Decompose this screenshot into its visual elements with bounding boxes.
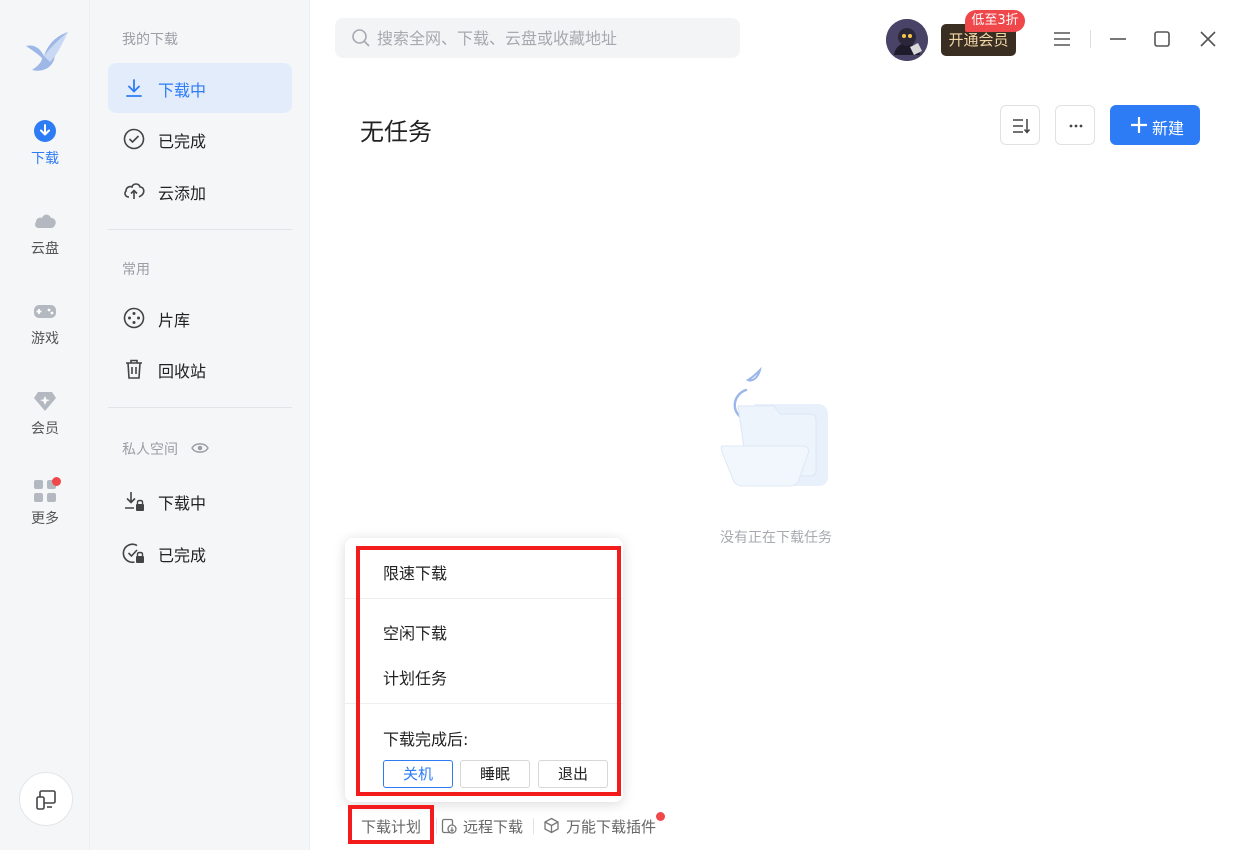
- rail-item-more[interactable]: 更多: [0, 478, 90, 548]
- bottom-separator: [436, 818, 437, 834]
- notification-dot: [52, 477, 61, 486]
- rail-item-label: 下载: [31, 151, 59, 167]
- download-sidebar: 我的下载 下载中 已完成 云添加 常用 片库 回收站 私人空间 下载中 已完成: [90, 0, 310, 850]
- menu-item-scheduled-task[interactable]: 计划任务: [383, 665, 447, 689]
- universal-plugin-button[interactable]: 万能下载插件: [566, 816, 656, 837]
- diamond-icon: [34, 392, 56, 411]
- sidebar-item-private-downloading[interactable]: 下载中: [108, 476, 292, 526]
- sort-icon: [1013, 119, 1031, 134]
- new-task-button[interactable]: 新建: [1110, 105, 1200, 145]
- sidebar-item-private-completed[interactable]: 已完成: [108, 528, 292, 578]
- option-sleep[interactable]: 睡眠: [460, 760, 530, 788]
- remote-download-icon: [441, 818, 457, 834]
- close-icon[interactable]: [1195, 26, 1221, 52]
- empty-folder-illustration-icon: [720, 366, 828, 487]
- download-arrow-icon: [126, 79, 142, 97]
- sort-button[interactable]: [1000, 105, 1040, 145]
- sidebar-item-downloading[interactable]: 下载中: [108, 63, 292, 113]
- sidebar-item-label: 片库: [158, 311, 191, 330]
- gamepad-icon: [34, 305, 56, 318]
- maximize-icon[interactable]: [1149, 26, 1175, 52]
- search-box[interactable]: [335, 18, 740, 58]
- sidebar-item-label: 云添加: [158, 184, 207, 203]
- left-rail: 下载 云盘 游戏 会员 更多: [0, 0, 90, 850]
- rail-item-cloud[interactable]: 云盘: [0, 208, 90, 278]
- menu-item-limit-speed[interactable]: 限速下载: [383, 560, 447, 584]
- avatar[interactable]: [886, 19, 928, 61]
- search-input[interactable]: [377, 18, 727, 58]
- sidebar-item-cloud-add[interactable]: 云添加: [108, 166, 292, 216]
- menu-icon[interactable]: [1049, 26, 1075, 52]
- download-circle-icon: [34, 120, 56, 142]
- sidebar-item-label: 下载中: [158, 494, 207, 513]
- device-switch-button[interactable]: [19, 772, 73, 826]
- rail-item-games[interactable]: 游戏: [0, 298, 90, 368]
- section-title-my-downloads: 我的下载: [122, 32, 178, 48]
- cube-icon: [544, 817, 559, 834]
- sidebar-item-label: 已完成: [158, 546, 207, 565]
- cloud-icon: [35, 214, 56, 228]
- check-lock-icon: [122, 543, 144, 564]
- section-title-common: 常用: [122, 262, 150, 278]
- check-circle-icon: [123, 128, 145, 150]
- sidebar-divider: [108, 229, 292, 230]
- more-dots-icon: [1069, 124, 1083, 128]
- sidebar-item-label: 下载中: [158, 81, 207, 100]
- sidebar-item-label: 已完成: [158, 132, 207, 151]
- sidebar-item-label: 回收站: [158, 362, 207, 381]
- app-window: 下载 云盘 游戏 会员 更多 我的下载 下载中 已完成 云添加 常用 片库 回收…: [0, 0, 1250, 850]
- minimize-icon[interactable]: [1105, 26, 1131, 52]
- rail-item-label: 云盘: [31, 241, 59, 257]
- rail-item-vip[interactable]: 会员: [0, 388, 90, 458]
- empty-state-text: 没有正在下载任务: [720, 530, 832, 546]
- cloud-upload-icon: [124, 183, 145, 199]
- option-shutdown[interactable]: 关机: [383, 760, 453, 788]
- after-complete-label: 下载完成后:: [383, 730, 469, 749]
- search-icon: [352, 29, 370, 47]
- sidebar-item-recycle-bin[interactable]: 回收站: [108, 344, 292, 394]
- sidebar-item-completed[interactable]: 已完成: [108, 114, 292, 164]
- download-lock-icon: [125, 492, 144, 511]
- xunlei-bird-logo-icon: [26, 32, 68, 71]
- vip-discount-badge: 低至3折: [965, 10, 1025, 32]
- trash-icon: [126, 359, 142, 379]
- rail-item-label: 游戏: [31, 331, 59, 347]
- rail-item-label: 会员: [31, 421, 59, 437]
- section-title-private-space: 私人空间: [122, 442, 178, 458]
- page-title: 无任务: [360, 118, 432, 146]
- rail-item-download[interactable]: 下载: [0, 118, 90, 188]
- bottom-separator: [533, 818, 534, 834]
- menu-item-idle-download[interactable]: 空闲下载: [383, 620, 447, 644]
- avatar-image-icon: [886, 19, 928, 61]
- download-plan-button[interactable]: 下载计划: [361, 816, 421, 837]
- new-task-label: 新建: [1152, 119, 1185, 138]
- notification-dot: [656, 812, 665, 821]
- remote-download-button[interactable]: 远程下载: [463, 816, 523, 837]
- rail-item-label: 更多: [31, 511, 59, 527]
- plus-icon: [1131, 117, 1147, 133]
- monitor-icon: [36, 790, 56, 810]
- header-separator: [1090, 30, 1091, 48]
- more-button[interactable]: [1055, 105, 1095, 145]
- eye-icon[interactable]: [191, 441, 209, 455]
- option-exit[interactable]: 退出: [538, 760, 608, 788]
- menu-divider: [345, 703, 623, 704]
- film-reel-icon: [123, 307, 145, 329]
- download-plan-menu: 限速下载 空闲下载 计划任务 下载完成后: 关机 睡眠 退出: [345, 538, 623, 802]
- sidebar-item-film-library[interactable]: 片库: [108, 293, 292, 343]
- sidebar-divider: [108, 407, 292, 408]
- menu-divider: [345, 598, 623, 599]
